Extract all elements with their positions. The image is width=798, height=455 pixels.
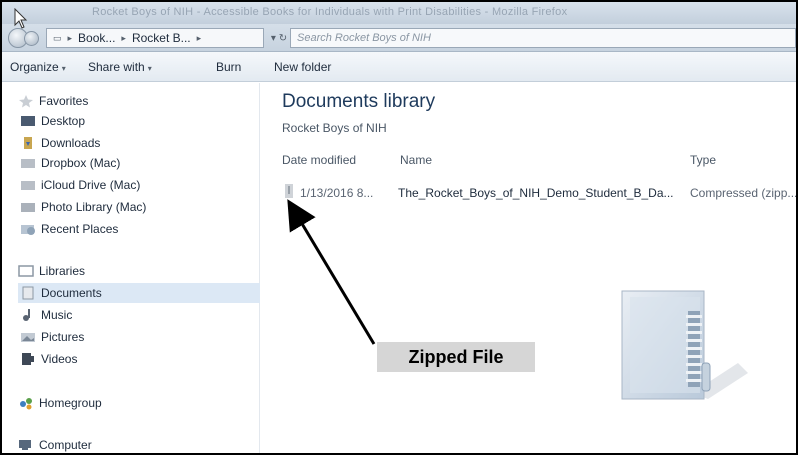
nav-item-documents[interactable]: Documents (18, 283, 260, 303)
search-input[interactable] (297, 32, 795, 44)
chevron-right-icon: ▸ (67, 32, 73, 43)
mouse-cursor-icon (14, 8, 28, 29)
nav-item-videos[interactable]: Videos (20, 349, 77, 369)
nav-item-icloud[interactable]: iCloud Drive (Mac) (20, 175, 140, 195)
computer-icon (18, 438, 34, 452)
nav-buttons (8, 28, 42, 48)
file-type: Compressed (zipp... (690, 186, 798, 200)
search-box[interactable] (290, 28, 796, 48)
nav-item-favorites[interactable]: Favorites (18, 91, 88, 111)
nav-label: Favorites (39, 94, 89, 108)
nav-label: Libraries (39, 264, 86, 278)
nav-item-photo-library[interactable]: Photo Library (Mac) (20, 197, 146, 217)
organize-label: Organize (10, 60, 59, 74)
zip-file-icon (284, 184, 294, 201)
column-date-modified[interactable]: Date modified (282, 153, 356, 167)
nav-item-recent-places[interactable]: Recent Places (20, 219, 118, 239)
nav-label: Documents (41, 286, 102, 300)
nav-label: Recent Places (41, 222, 119, 236)
column-type[interactable]: Type (690, 153, 716, 167)
nav-item-desktop[interactable]: Desktop (20, 111, 85, 131)
new-folder-button[interactable]: New folder (274, 60, 331, 74)
library-icon (18, 264, 34, 278)
folder-icon (20, 156, 36, 170)
forward-arrow-icon[interactable] (24, 31, 39, 46)
documents-icon (20, 286, 36, 300)
pictures-icon (20, 330, 36, 344)
nav-item-dropbox[interactable]: Dropbox (Mac) (20, 153, 120, 173)
command-bar: Organize ▾ Share with ▾ Burn New folder (2, 52, 796, 82)
column-name[interactable]: Name (400, 153, 432, 167)
star-icon (18, 94, 34, 108)
nav-label: Homegroup (39, 396, 102, 410)
nav-item-downloads[interactable]: Downloads (20, 133, 100, 153)
nav-label: Videos (41, 352, 78, 366)
library-title: Documents library (282, 91, 436, 112)
recent-places-icon (20, 222, 36, 236)
breadcrumb[interactable]: ▭ ▸ Book... ▸ Rocket B... ▸ (46, 28, 264, 48)
refresh-icon[interactable]: ▾ ↻ (268, 28, 290, 48)
nav-label: Music (41, 308, 73, 322)
navigation-pane: Favorites Desktop Downloads Dropbox (Mac… (2, 83, 260, 453)
homegroup-icon (18, 396, 34, 410)
library-subtitle: Rocket Boys of NIH (282, 121, 387, 135)
nav-label: Desktop (41, 114, 86, 128)
nav-item-pictures[interactable]: Pictures (20, 327, 84, 347)
nav-label: Downloads (41, 136, 101, 150)
nav-label: Photo Library (Mac) (41, 200, 147, 214)
explorer-window: Rocket Boys of NIH - Accessible Books fo… (0, 0, 798, 455)
music-icon (20, 308, 36, 322)
window-title: Rocket Boys of NIH - Accessible Books fo… (92, 6, 568, 18)
nav-item-libraries[interactable]: Libraries (18, 261, 85, 281)
organize-button[interactable]: Organize ▾ (10, 60, 66, 74)
file-date: 1/13/2016 8... (300, 186, 374, 200)
chevron-down-icon: ▾ (61, 64, 66, 73)
folder-icon (20, 178, 36, 192)
breadcrumb-item-rocket-boys[interactable]: Rocket B... (132, 31, 191, 45)
nav-item-homegroup[interactable]: Homegroup (18, 393, 102, 413)
share-with-label: Share with (88, 60, 145, 74)
chevron-down-icon: ▾ (147, 64, 152, 73)
nav-label: Computer (39, 438, 92, 452)
nav-item-music[interactable]: Music (20, 305, 72, 325)
folder-icon: ▭ (53, 32, 62, 43)
zipped-folder-illustration (558, 275, 788, 415)
nav-label: Dropbox (Mac) (41, 156, 121, 170)
file-name[interactable]: The_Rocket_Boys_of_NIH_Demo_Student_B_Da… (398, 186, 674, 200)
burn-button[interactable]: Burn (216, 60, 241, 74)
title-bar: Rocket Boys of NIH - Accessible Books fo… (2, 2, 796, 24)
nav-item-computer[interactable]: Computer (18, 435, 92, 453)
downloads-icon (20, 136, 36, 150)
nav-label: Pictures (41, 330, 85, 344)
zipped-file-callout: Zipped File (377, 342, 535, 372)
chevron-right-icon: ▸ (196, 32, 202, 43)
folder-icon (20, 200, 36, 214)
nav-label: iCloud Drive (Mac) (41, 178, 141, 192)
zipped-folder-icon (621, 290, 748, 400)
address-row: ▭ ▸ Book... ▸ Rocket B... ▸ ▾ ↻ (2, 24, 796, 52)
share-with-button[interactable]: Share with ▾ (88, 60, 152, 74)
breadcrumb-item-books[interactable]: Book... (78, 31, 115, 45)
desktop-icon (20, 114, 36, 128)
videos-icon (20, 352, 36, 366)
chevron-right-icon: ▸ (121, 32, 126, 43)
